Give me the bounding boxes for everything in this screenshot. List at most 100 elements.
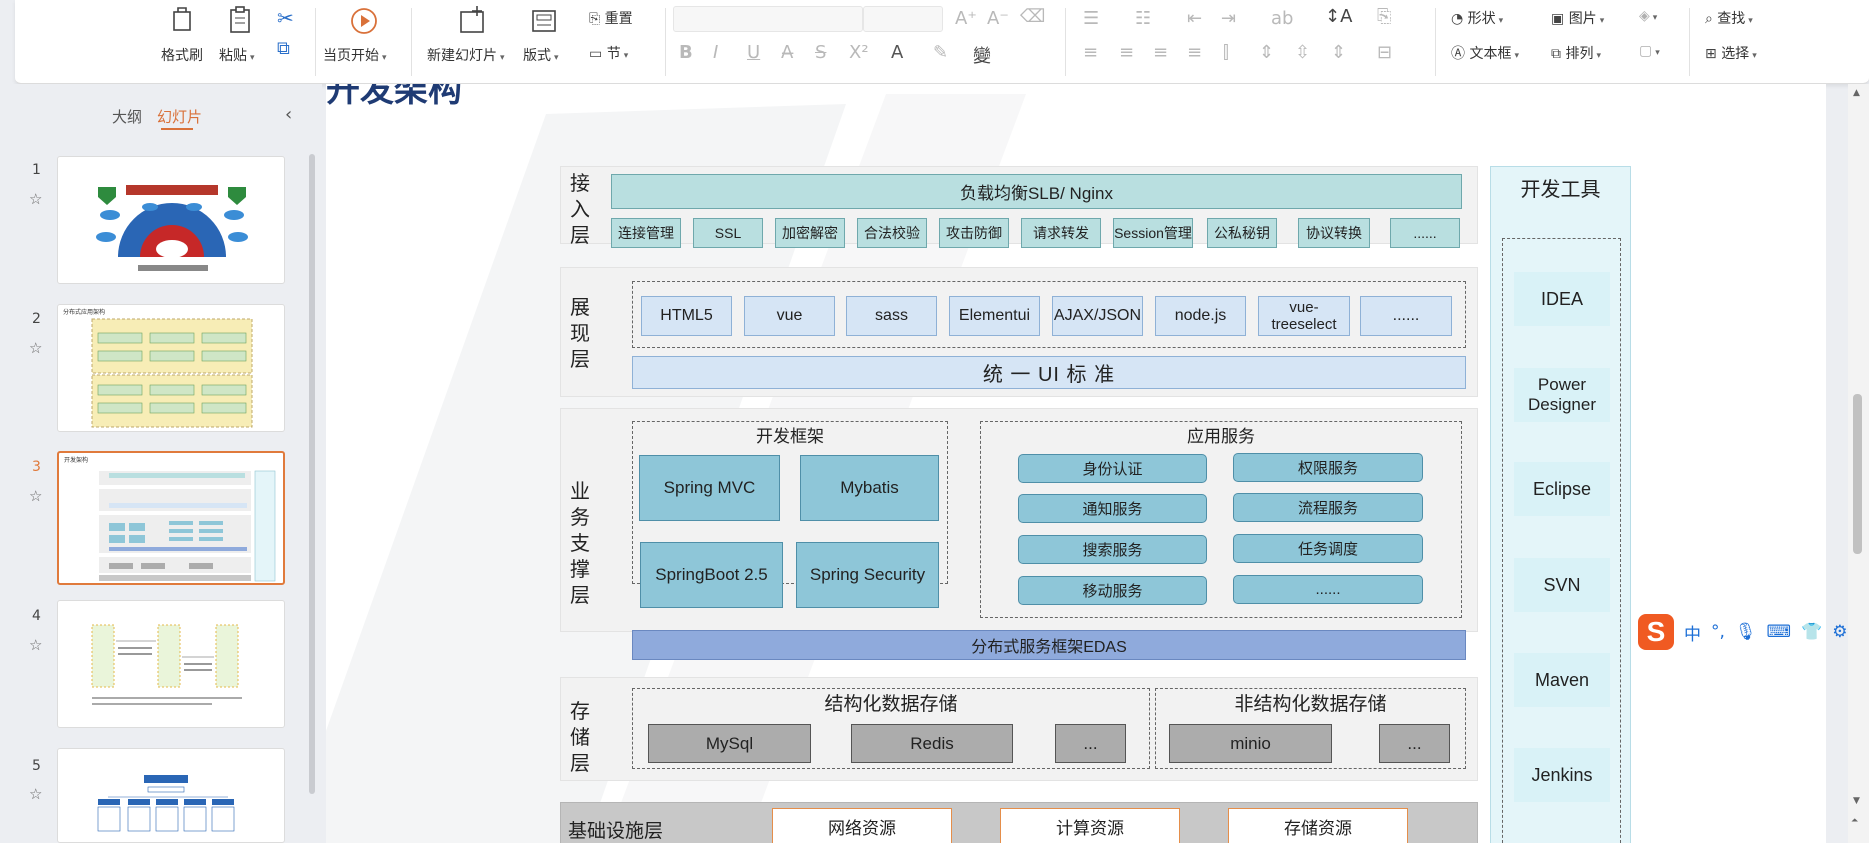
select-icon: ⊞ bbox=[1705, 46, 1717, 62]
infra-layer-label: 基础设施层 bbox=[568, 820, 664, 842]
align-center-icon[interactable]: ≡ bbox=[1119, 42, 1134, 63]
arrange-label: 排列 bbox=[1565, 46, 1594, 62]
service-item: 移动服务 bbox=[1018, 576, 1207, 605]
slide-thumbnail-4[interactable] bbox=[57, 600, 285, 728]
collapse-panel-icon[interactable]: ‹ bbox=[285, 104, 292, 125]
align-right-icon[interactable]: ≡ bbox=[1153, 42, 1168, 63]
convert-icon[interactable]: ⎘ bbox=[1377, 6, 1391, 27]
tab-outline[interactable]: 大纲 bbox=[112, 106, 142, 127]
structured-item: Redis bbox=[851, 724, 1013, 763]
highlight-icon[interactable]: ✎ bbox=[933, 42, 948, 63]
arrange-button[interactable]: ⧉ 排列 ▾ bbox=[1551, 43, 1601, 63]
format-painter-icon[interactable] bbox=[165, 4, 199, 38]
decrease-font-icon[interactable]: A⁻ bbox=[987, 8, 1009, 29]
shape-button[interactable]: ◔ 形状 ▾ bbox=[1451, 8, 1503, 28]
format-painter-button[interactable]: 格式刷 bbox=[161, 45, 203, 65]
bold-icon[interactable]: B bbox=[679, 42, 693, 63]
text-align-box-icon[interactable]: ⊟ bbox=[1377, 42, 1392, 63]
framework-item: Mybatis bbox=[800, 455, 939, 521]
star-icon[interactable]: ☆ bbox=[29, 190, 42, 208]
frontend-item: AJAX/JSON bbox=[1052, 296, 1143, 336]
increase-font-icon[interactable]: A⁺ bbox=[955, 8, 977, 29]
textbox-button[interactable]: Ⓐ 文本框 ▾ bbox=[1451, 43, 1519, 63]
business-layer-label: 业务支撑层 bbox=[570, 479, 590, 607]
slide-thumbnail-2[interactable]: 分布式应用架构 bbox=[57, 304, 285, 432]
tab-slides[interactable]: 幻灯片 bbox=[157, 106, 202, 127]
reset-button[interactable]: ⎘ 重置 bbox=[589, 8, 633, 28]
active-tab-indicator bbox=[161, 128, 193, 130]
column-icon[interactable]: ⇕ bbox=[1331, 42, 1346, 63]
dev-framework-title: 开发框架 bbox=[756, 426, 824, 446]
find-button[interactable]: ⌕ 查找 ▾ bbox=[1705, 8, 1753, 28]
unstructured-item: ... bbox=[1379, 724, 1450, 763]
scroll-down-icon[interactable]: ▼ bbox=[1853, 796, 1860, 806]
sort-icon[interactable]: ↕A bbox=[1325, 6, 1352, 27]
frontend-item: node.js bbox=[1155, 296, 1246, 336]
slide-thumbnail-5[interactable] bbox=[57, 748, 285, 843]
justify-icon[interactable]: ≡ bbox=[1187, 42, 1202, 63]
font-color-icon[interactable]: A bbox=[891, 42, 903, 63]
align-left-icon[interactable]: ≡ bbox=[1083, 42, 1098, 63]
select-button[interactable]: ⊞ 选择 ▾ bbox=[1705, 43, 1757, 63]
indent-icon[interactable]: ⇥ bbox=[1221, 8, 1236, 29]
microphone-icon[interactable]: 🎙 bbox=[1735, 622, 1757, 642]
infra-item: 网络资源 bbox=[772, 808, 952, 843]
ime-toolbar[interactable]: S 中 °, 🎙 ⌨ 👕 ⚙ bbox=[1636, 612, 1869, 652]
star-icon[interactable]: ☆ bbox=[29, 636, 42, 654]
keyboard-icon[interactable]: ⌨ bbox=[1767, 622, 1792, 642]
start-from-current-button[interactable]: 当页开始 ▾ bbox=[323, 45, 387, 65]
underline-icon[interactable]: U bbox=[747, 42, 760, 63]
paste-icon[interactable] bbox=[223, 4, 257, 38]
text-direction-icon[interactable]: ab bbox=[1271, 8, 1293, 29]
slide-4-preview bbox=[91, 624, 242, 705]
scroll-up-icon[interactable]: ▲ bbox=[1853, 88, 1860, 98]
outdent-icon[interactable]: ⇤ bbox=[1187, 8, 1202, 29]
numbering-icon[interactable]: ☷ bbox=[1135, 8, 1151, 29]
line-spacing-icon[interactable]: ⇕ bbox=[1259, 42, 1274, 63]
fill-icon[interactable]: ◈ ▾ bbox=[1639, 8, 1657, 24]
page-up-icon[interactable]: ⏶ bbox=[1851, 816, 1858, 826]
ime-language[interactable]: 中 bbox=[1684, 620, 1701, 645]
font-size-select[interactable] bbox=[863, 6, 943, 32]
panel-scrollbar[interactable] bbox=[309, 154, 315, 794]
slide-canvas[interactable]: 开发架构 接入层 负载均衡SLB/ Nginx 连接管理 SSL 加密解密 合法… bbox=[326, 84, 1826, 843]
distribute-icon[interactable]: ⫿ bbox=[1223, 42, 1229, 63]
cut-icon[interactable]: ✂ bbox=[277, 6, 294, 30]
clear-format-icon[interactable]: ⌫ bbox=[1020, 6, 1045, 27]
star-icon[interactable]: ☆ bbox=[29, 487, 42, 505]
ime-punctuation[interactable]: °, bbox=[1711, 622, 1725, 642]
toolbox-icon[interactable]: ⚙ bbox=[1832, 622, 1847, 642]
paragraph-spacing-icon[interactable]: ⇳ bbox=[1295, 42, 1310, 63]
superscript-icon[interactable]: X² bbox=[849, 42, 869, 63]
framework-item: SpringBoot 2.5 bbox=[640, 542, 783, 608]
strikethrough-icon[interactable]: S bbox=[815, 42, 826, 63]
layout-icon[interactable] bbox=[527, 4, 561, 38]
star-icon[interactable]: ☆ bbox=[29, 785, 42, 803]
picture-button[interactable]: ▣ 图片 ▾ bbox=[1551, 8, 1604, 28]
skin-icon[interactable]: 👕 bbox=[1801, 622, 1822, 642]
italic-icon[interactable]: I bbox=[713, 42, 718, 63]
service-item: 身份认证 bbox=[1018, 454, 1207, 483]
shadow-icon[interactable]: A̶ bbox=[781, 42, 793, 63]
slide-thumbnail-1[interactable] bbox=[57, 156, 285, 284]
section-button[interactable]: ▭ 节 ▾ bbox=[589, 43, 628, 63]
play-icon[interactable] bbox=[347, 4, 381, 38]
copy-icon[interactable]: ⧉ bbox=[277, 38, 290, 59]
new-slide-icon[interactable] bbox=[455, 4, 489, 38]
bullets-icon[interactable]: ☰ bbox=[1083, 8, 1099, 29]
layout-button[interactable]: 版式 ▾ bbox=[523, 45, 559, 65]
load-balancer-box: 负载均衡SLB/ Nginx bbox=[611, 174, 1462, 209]
slide-3-preview bbox=[99, 470, 276, 582]
outline-icon[interactable]: ▢ ▾ bbox=[1639, 43, 1660, 59]
scroll-thumb[interactable] bbox=[1853, 394, 1862, 554]
new-slide-button[interactable]: 新建幻灯片 ▾ bbox=[427, 45, 505, 65]
text-effect-icon[interactable]: 變 bbox=[973, 42, 991, 68]
presentation-layer-label: 展现层 bbox=[570, 295, 590, 371]
star-icon[interactable]: ☆ bbox=[29, 339, 42, 357]
canvas-scrollbar[interactable]: ▲ ▼ ⏶ bbox=[1848, 84, 1869, 843]
font-family-select[interactable] bbox=[673, 6, 863, 32]
paste-button[interactable]: 粘贴 ▾ bbox=[219, 45, 255, 65]
slide-thumbnail-3[interactable]: 开发架构 bbox=[57, 451, 285, 585]
section-label: 节 bbox=[606, 46, 621, 62]
sogou-logo-icon[interactable]: S bbox=[1638, 614, 1674, 650]
